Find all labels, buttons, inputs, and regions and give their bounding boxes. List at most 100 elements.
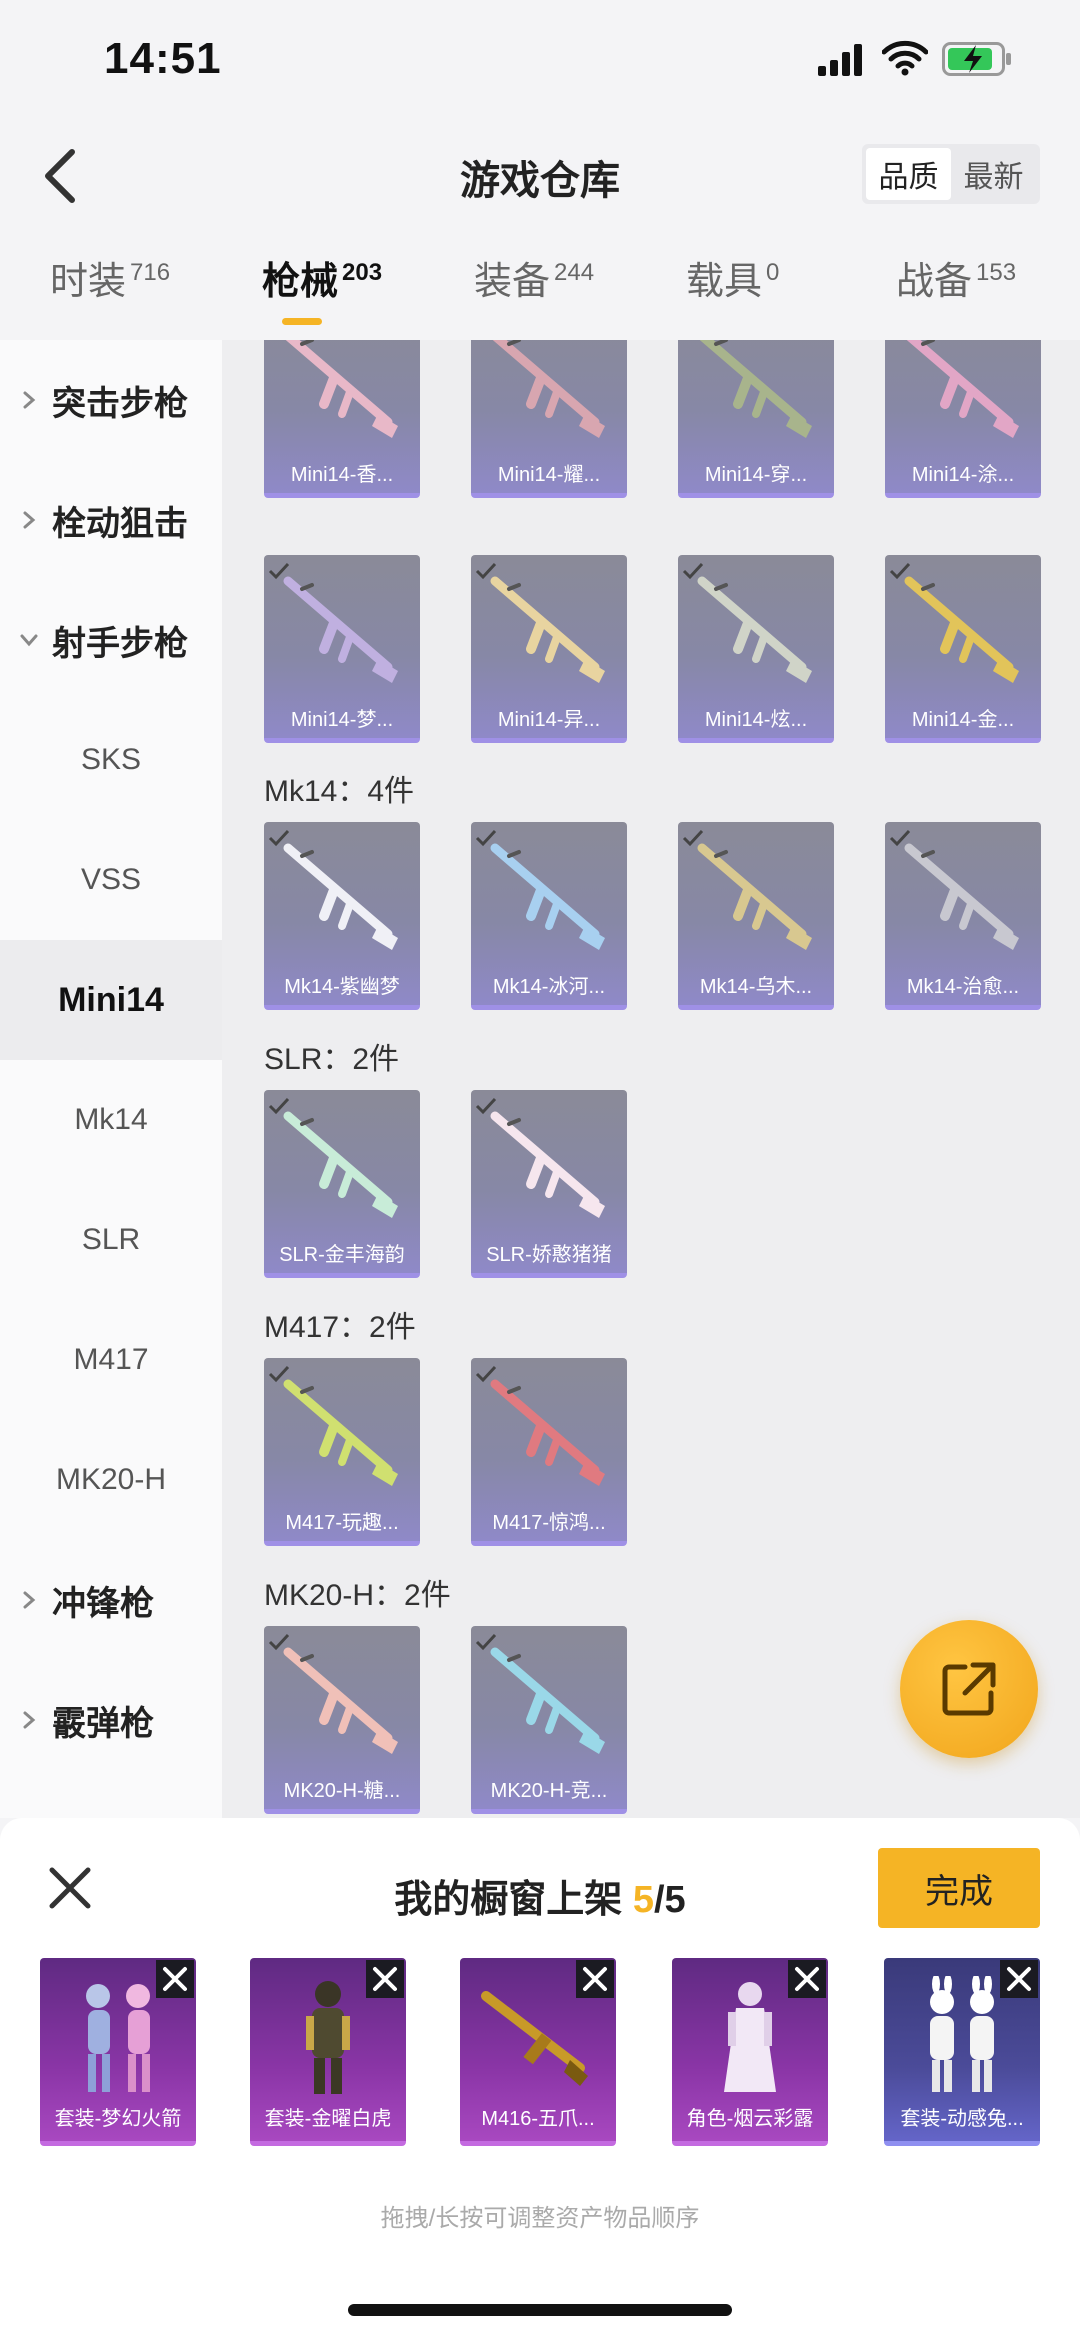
sidebar-item-mini14[interactable]: Mini14 [0, 940, 222, 1060]
rifle-icon [283, 1379, 398, 1486]
chevron-right-icon [23, 391, 36, 409]
shelf-count-current: 5 [632, 1879, 654, 1921]
shelf-count-total: /5 [654, 1879, 686, 1921]
tab-label: 战备 [896, 261, 973, 303]
item-card[interactable]: Mk14-治愈... [885, 822, 1041, 1010]
tab-count: 244 [554, 259, 595, 287]
item-card[interactable]: SLR-娇憨猪猪 [471, 1090, 627, 1278]
sidebar-item-label: 突击步枪 [52, 384, 188, 423]
sidebar-item-vss[interactable]: VSS [0, 820, 222, 940]
sidebar-item-bolt-sniper[interactable]: 栓动狙击 [0, 460, 222, 580]
item-name: Mk14-冰河... [492, 976, 606, 998]
rifle-icon [285, 340, 398, 438]
item-name: Mini14-涂... [911, 464, 1015, 486]
home-indicator [348, 2304, 732, 2316]
sidebar-item-label: VSS [80, 863, 142, 896]
rifle-icon [283, 576, 398, 683]
sidebar-item-smg[interactable]: 冲锋枪 [0, 1540, 222, 1660]
sidebar-item-marksman-rifle[interactable]: 射手步枪 [0, 580, 222, 700]
tab-equipment[interactable]: 装备 244 [474, 250, 594, 305]
item-card[interactable]: Mini14-梦... [264, 555, 420, 743]
remove-icon[interactable] [576, 1960, 614, 1998]
sidebar-item-label: 栓动狙击 [52, 504, 188, 543]
remove-icon[interactable] [366, 1960, 404, 1998]
chevron-down-icon [20, 634, 38, 647]
item-card[interactable]: M417-惊鸿... [471, 1358, 627, 1546]
rifle-icon [490, 843, 605, 950]
rifle-icon [490, 1111, 605, 1218]
sidebar-item-sks[interactable]: SKS [0, 700, 222, 820]
shelf-item[interactable]: M416-五爪... [460, 1958, 616, 2146]
remove-icon[interactable] [1000, 1960, 1038, 1998]
item-card[interactable]: Mini14-涂... [885, 340, 1041, 498]
active-tab-indicator [282, 318, 322, 325]
sidebar-item-slr[interactable]: SLR [0, 1180, 222, 1300]
shelf-item[interactable]: 套装-动感兔... [884, 1958, 1040, 2146]
item-card[interactable]: SLR-金丰海韵 [264, 1090, 420, 1278]
item-card[interactable]: M417-玩趣... [264, 1358, 420, 1546]
sort-newest-button[interactable]: 最新 [951, 148, 1036, 200]
section-label-m417: M417：2件 [264, 1311, 416, 1344]
item-card[interactable]: Mini14-金... [885, 555, 1041, 743]
shelf-item-name: 套装-动感兔... [900, 2108, 1024, 2130]
shelf-item[interactable]: 套装-梦幻火箭 [40, 1958, 196, 2146]
sidebar-item-label: 射手步枪 [52, 624, 188, 663]
section-label-mk14: Mk14：4件 [264, 775, 415, 808]
item-name: SLR-金丰海韵 [279, 1244, 405, 1266]
showcase-panel: 我的橱窗上架 5/5 完成 套装-梦幻火箭 套装-金曜白虎 M416-五爪...… [0, 1818, 1080, 2337]
status-bar: 14:51 [0, 0, 1080, 120]
tab-label: 时装 [50, 261, 127, 303]
battery-icon [942, 42, 1011, 76]
tab-guns[interactable]: 枪械 203 [262, 250, 382, 305]
rifle-icon [699, 340, 812, 438]
sidebar-item-label: 霰弹枪 [52, 1704, 154, 1743]
tab-supplies[interactable]: 战备 153 [896, 250, 1016, 305]
item-name: Mini14-香... [290, 464, 394, 486]
item-name: Mk14-治愈... [906, 976, 1020, 998]
item-card[interactable]: Mk14-冰河... [471, 822, 627, 1010]
sort-quality-button[interactable]: 品质 [866, 148, 951, 200]
wifi-icon [882, 40, 928, 76]
item-name: MK20-H-竞... [490, 1780, 608, 1802]
done-button[interactable]: 完成 [878, 1848, 1040, 1928]
sidebar-item-mk14[interactable]: Mk14 [0, 1060, 222, 1180]
tab-vehicles[interactable]: 载具 0 [686, 250, 779, 305]
sidebar-item-label: SLR [81, 1223, 141, 1256]
rifle-icon [490, 1647, 605, 1754]
sort-toggle: 品质 最新 [862, 144, 1040, 204]
remove-icon[interactable] [788, 1960, 826, 1998]
sidebar-item-assault-rifle[interactable]: 突击步枪 [0, 340, 222, 460]
rifle-icon [283, 843, 398, 950]
item-name: SLR-娇憨猪猪 [486, 1244, 612, 1266]
item-card[interactable]: Mini14-异... [471, 555, 627, 743]
panel-title-text: 我的橱窗上架 [394, 1879, 633, 1921]
remove-icon[interactable] [156, 1960, 194, 1998]
chevron-right-icon [23, 1711, 36, 1729]
item-card[interactable]: Mk14-乌木... [678, 822, 834, 1010]
shelf-item[interactable]: 角色-烟云彩露 [672, 1958, 828, 2146]
section-label-mk20h: MK20-H：2件 [264, 1579, 451, 1612]
item-card[interactable]: Mini14-耀... [471, 340, 627, 498]
item-card[interactable]: MK20-H-竞... [471, 1626, 627, 1814]
sidebar-item-label: MK20-H [55, 1463, 167, 1496]
sidebar-item-label: M417 [73, 1343, 149, 1376]
item-card[interactable]: Mini14-香... [264, 340, 420, 498]
rifle-icon [904, 843, 1019, 950]
rifle-icon [490, 1379, 605, 1486]
shelf-item[interactable]: 套装-金曜白虎 [250, 1958, 406, 2146]
sidebar: 突击步枪 栓动狙击 射手步枪 SKS VSS Mini14 Mk14 SLR M… [0, 340, 222, 1818]
sidebar-item-m417[interactable]: M417 [0, 1300, 222, 1420]
item-card[interactable]: Mini14-炫... [678, 555, 834, 743]
sidebar-item-label: SKS [80, 743, 142, 776]
item-card[interactable]: Mk14-紫幽梦 [264, 822, 420, 1010]
sidebar-item-shotgun[interactable]: 霰弹枪 [0, 1660, 222, 1780]
share-button[interactable] [900, 1620, 1038, 1758]
item-name: MK20-H-糖... [283, 1780, 401, 1802]
item-card[interactable]: MK20-H-糖... [264, 1626, 420, 1814]
sidebar-item-mk20h[interactable]: MK20-H [0, 1420, 222, 1540]
item-card[interactable]: Mini14-穿... [678, 340, 834, 498]
tab-label: 载具 [686, 261, 763, 303]
reorder-hint: 拖拽/长按可调整资产物品顺序 [380, 2205, 700, 2232]
tab-outfits[interactable]: 时装 716 [50, 250, 170, 305]
item-name: M417-惊鸿... [492, 1512, 606, 1534]
